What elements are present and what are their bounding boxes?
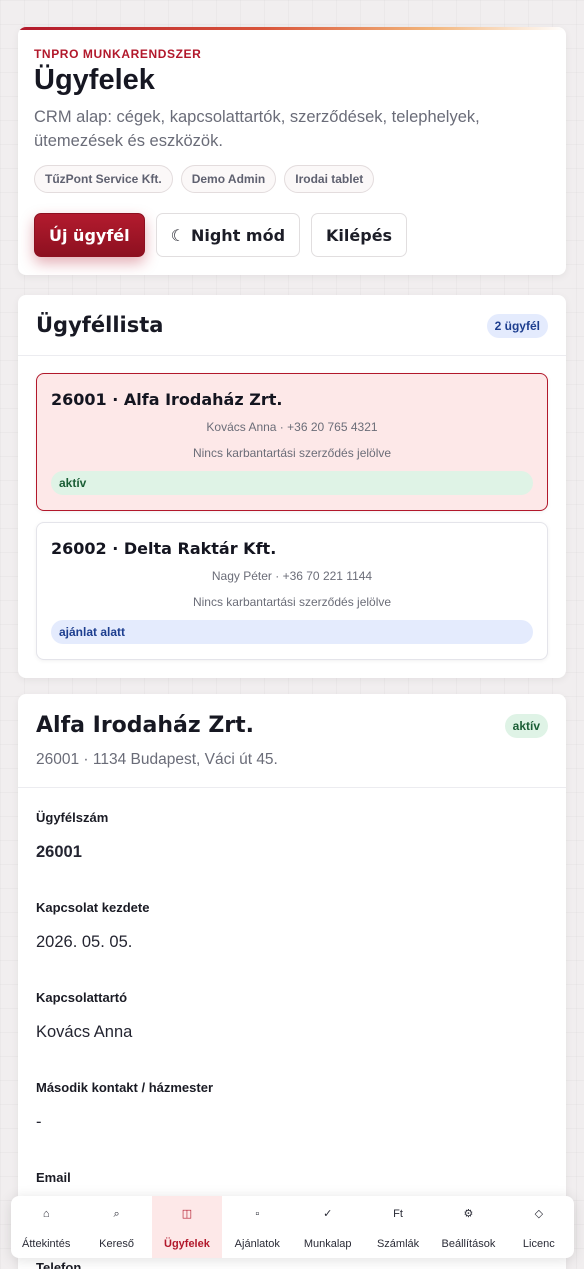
field-value: Kovács Anna [36,1023,133,1041]
client-list-title: Ügyféllista [36,313,164,337]
client-item-contact: Kovács Anna · +36 20 765 4321 [206,420,378,434]
field-label: Kapcsolat kezdete [36,900,150,915]
search-icon: ⌕ [113,1208,120,1220]
new-client-button[interactable]: Új ügyfél [34,213,145,257]
accent-bar [18,27,566,30]
nav-item-search[interactable]: ⌕ Kereső [81,1196,151,1258]
client-item-contact: Nagy Péter · +36 70 221 1144 [211,569,373,583]
nav-item-clients[interactable]: ◫ Ügyfelek [151,1196,223,1258]
check-icon: ✓ [323,1208,333,1220]
field-relationship-start: Kapcsolat kezdete 2026. 05. 05. [36,900,149,952]
nav-item-label: Licenc [522,1238,555,1250]
nav-item-label: Munkalap [303,1238,352,1250]
app-eyebrow: TNPRO MUNKARENDSZER [34,47,202,61]
client-item-title: 26002 · Delta Raktár Kft. [51,539,277,558]
nav-item-label: Kereső [99,1238,134,1250]
field-client-number: Ügyfélszám 26001 [36,810,108,862]
client-list-card: Ügyféllista 2 ügyfél 26001 · Alfa Irodah… [18,295,566,678]
status-badge: ajánlat alatt [51,620,533,644]
field-label: Telefon [36,1260,82,1269]
logout-button[interactable]: Kilépés [311,213,408,257]
license-icon: ◇ [534,1208,544,1220]
header-actions: Új ügyfél ☾ Night mód Kilépés [34,213,408,257]
field-label: Kapcsolattartó [36,990,128,1005]
field-value: 2026. 05. 05. [36,933,133,951]
nav-item-label: Beállítások [441,1238,496,1250]
offers-icon: ▫ [255,1208,260,1220]
nav-item-overview[interactable]: ⌂ Áttekintés [11,1196,81,1258]
field-label: Email [36,1170,71,1185]
context-chips: TűzPont Service Kft. Demo Admin Irodai t… [34,165,375,193]
night-mode-label: Night mód [190,225,286,245]
field-label: Második kontakt / házmester [36,1080,213,1095]
client-item-contract: Nincs karbantartási szerződés jelölve [192,446,392,460]
client-item-title: 26001 · Alfa Irodaház Zrt. [51,390,283,409]
client-count-badge: 2 ügyfél [486,314,548,338]
home-icon: ⌂ [42,1208,50,1220]
nav-item-label: Számlák [376,1238,420,1250]
field-phone: Telefon [36,1260,81,1269]
field-contact-person: Kapcsolattartó Kovács Anna [36,990,132,1042]
status-badge: aktív [51,471,533,495]
night-mode-button[interactable]: ☾ Night mód [155,213,301,257]
header-card: TNPRO MUNKARENDSZER Ügyfelek CRM alap: c… [18,27,566,275]
nav-item-worksheet[interactable]: ✓ Munkalap [293,1196,363,1258]
detail-client-name: Alfa Irodaház Zrt. [36,713,255,738]
detail-subline: 26001 · 1134 Budapest, Váci út 45. [36,751,278,768]
nav-item-invoices[interactable]: Ft Számlák [363,1196,433,1258]
field-value: 26001 [36,843,82,861]
detail-status-badge: aktív [504,714,548,738]
page-subtitle: CRM alap: cégek, kapcsolattartók, szerző… [34,108,480,150]
nav-item-label: Áttekintés [22,1238,71,1250]
device-chip: Irodai tablet [284,165,375,193]
client-item-26002[interactable]: 26002 · Delta Raktár Kft. Nagy Péter · +… [36,522,548,660]
nav-item-settings[interactable]: ⚙ Beállítások [433,1196,503,1258]
clients-icon: ◫ [181,1208,193,1220]
client-list-header: Ügyféllista 2 ügyfél [18,295,566,356]
nav-item-offers[interactable]: ▫ Ajánlatok [222,1196,292,1258]
user-chip: Demo Admin [180,165,277,193]
field-label: Ügyfélszám [36,810,109,825]
company-chip: TűzPont Service Kft. [34,165,173,193]
invoice-icon: Ft [393,1208,403,1220]
nav-item-label: Ajánlatok [234,1238,280,1250]
nav-item-license[interactable]: ◇ Licenc [504,1196,574,1258]
settings-icon: ⚙ [463,1208,474,1220]
client-item-26001[interactable]: 26001 · Alfa Irodaház Zrt. Kovács Anna ·… [36,373,548,511]
detail-header: Alfa Irodaház Zrt. aktív 26001 · 1134 Bu… [18,694,566,788]
field-second-contact: Második kontakt / házmester - [36,1080,213,1132]
client-detail-card: Alfa Irodaház Zrt. aktív 26001 · 1134 Bu… [18,694,566,1269]
client-item-contract: Nincs karbantartási szerződés jelölve [192,595,392,609]
bottom-nav: ⌂ Áttekintés ⌕ Kereső ◫ Ügyfelek ▫ Ajánl… [11,1196,574,1258]
field-value: - [36,1113,42,1131]
moon-icon: ☾ [170,225,185,245]
nav-item-label: Ügyfelek [164,1238,210,1250]
page-title: Ügyfelek [34,64,155,96]
